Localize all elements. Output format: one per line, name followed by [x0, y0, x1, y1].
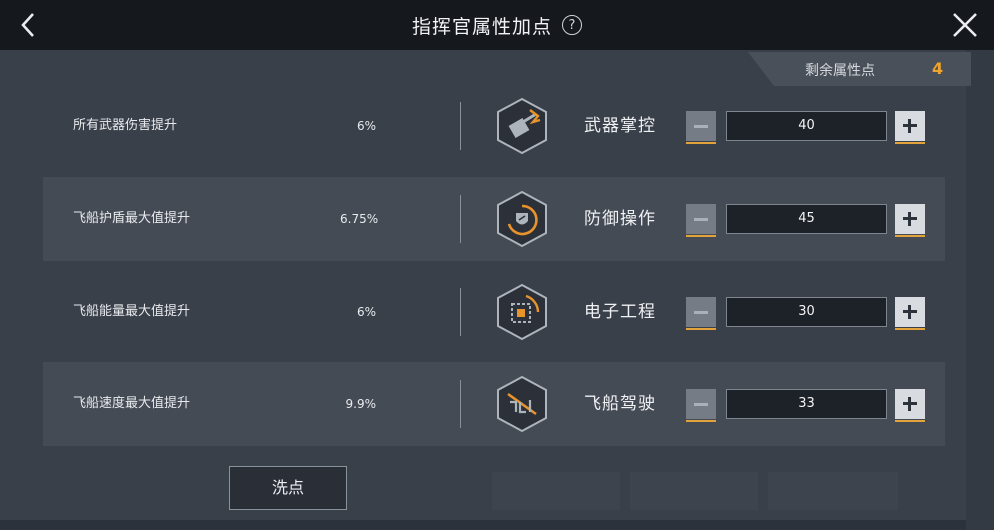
points-field[interactable]: 45	[726, 204, 887, 234]
header-bar: 指挥官属性加点 ?	[0, 0, 994, 50]
points-field[interactable]: 40	[726, 111, 887, 141]
decrease-button[interactable]	[686, 389, 716, 422]
close-icon	[953, 13, 977, 37]
decrease-button[interactable]	[686, 204, 716, 237]
skill-name: 飞船驾驶	[584, 394, 656, 414]
skill-name: 防御操作	[584, 209, 656, 229]
bonus-value: 6%	[356, 119, 376, 133]
title-group: 指挥官属性加点 ?	[0, 0, 994, 50]
energy-core-icon	[497, 283, 547, 341]
background-panel-hint	[630, 472, 758, 510]
increase-button[interactable]	[895, 111, 925, 144]
increase-button[interactable]	[895, 204, 925, 237]
attribute-row-energy: 飞船能量最大值提升 6% 电子工程 30	[43, 270, 945, 354]
background-panel-hint	[768, 472, 898, 510]
points-field[interactable]: 30	[726, 297, 887, 327]
attribute-row-defense: 飞船护盾最大值提升 6.75% 防御操作 45	[43, 177, 945, 261]
panel-edge	[966, 50, 994, 530]
remaining-points-value: 4	[932, 59, 944, 78]
background-panel-hint	[492, 472, 620, 510]
bonus-value: 9.9%	[345, 397, 377, 411]
increase-button[interactable]	[895, 297, 925, 330]
help-icon[interactable]: ?	[562, 15, 582, 35]
divider	[460, 102, 461, 150]
divider	[460, 288, 461, 336]
skill-name: 电子工程	[584, 302, 656, 322]
bonus-value: 6.75%	[340, 212, 379, 226]
shield-icon	[497, 190, 547, 248]
decrease-button[interactable]	[686, 111, 716, 144]
attribute-row-weapon: 所有武器伤害提升 6% 武器掌控 40	[43, 84, 945, 168]
page-title: 指挥官属性加点	[411, 15, 552, 38]
weapon-turret-icon	[497, 97, 547, 155]
attribute-row-speed: 飞船速度最大值提升 9.9% 飞船驾驶 33	[43, 362, 945, 446]
bonus-label: 飞船能量最大值提升	[73, 304, 191, 319]
remaining-points-label: 剩余属性点	[805, 63, 875, 79]
bonus-label: 飞船护盾最大值提升	[73, 211, 191, 226]
speed-icon	[497, 375, 547, 433]
bonus-label: 飞船速度最大值提升	[73, 396, 191, 411]
points-field[interactable]: 33	[726, 389, 887, 419]
close-button[interactable]	[950, 10, 980, 40]
divider	[460, 195, 461, 243]
reset-points-button[interactable]: 洗点	[229, 466, 347, 510]
skill-name: 武器掌控	[584, 116, 656, 136]
bonus-label: 所有武器伤害提升	[73, 118, 178, 133]
bonus-value: 6%	[356, 305, 376, 319]
decrease-button[interactable]	[686, 297, 716, 330]
divider	[460, 380, 461, 428]
increase-button[interactable]	[895, 389, 925, 422]
